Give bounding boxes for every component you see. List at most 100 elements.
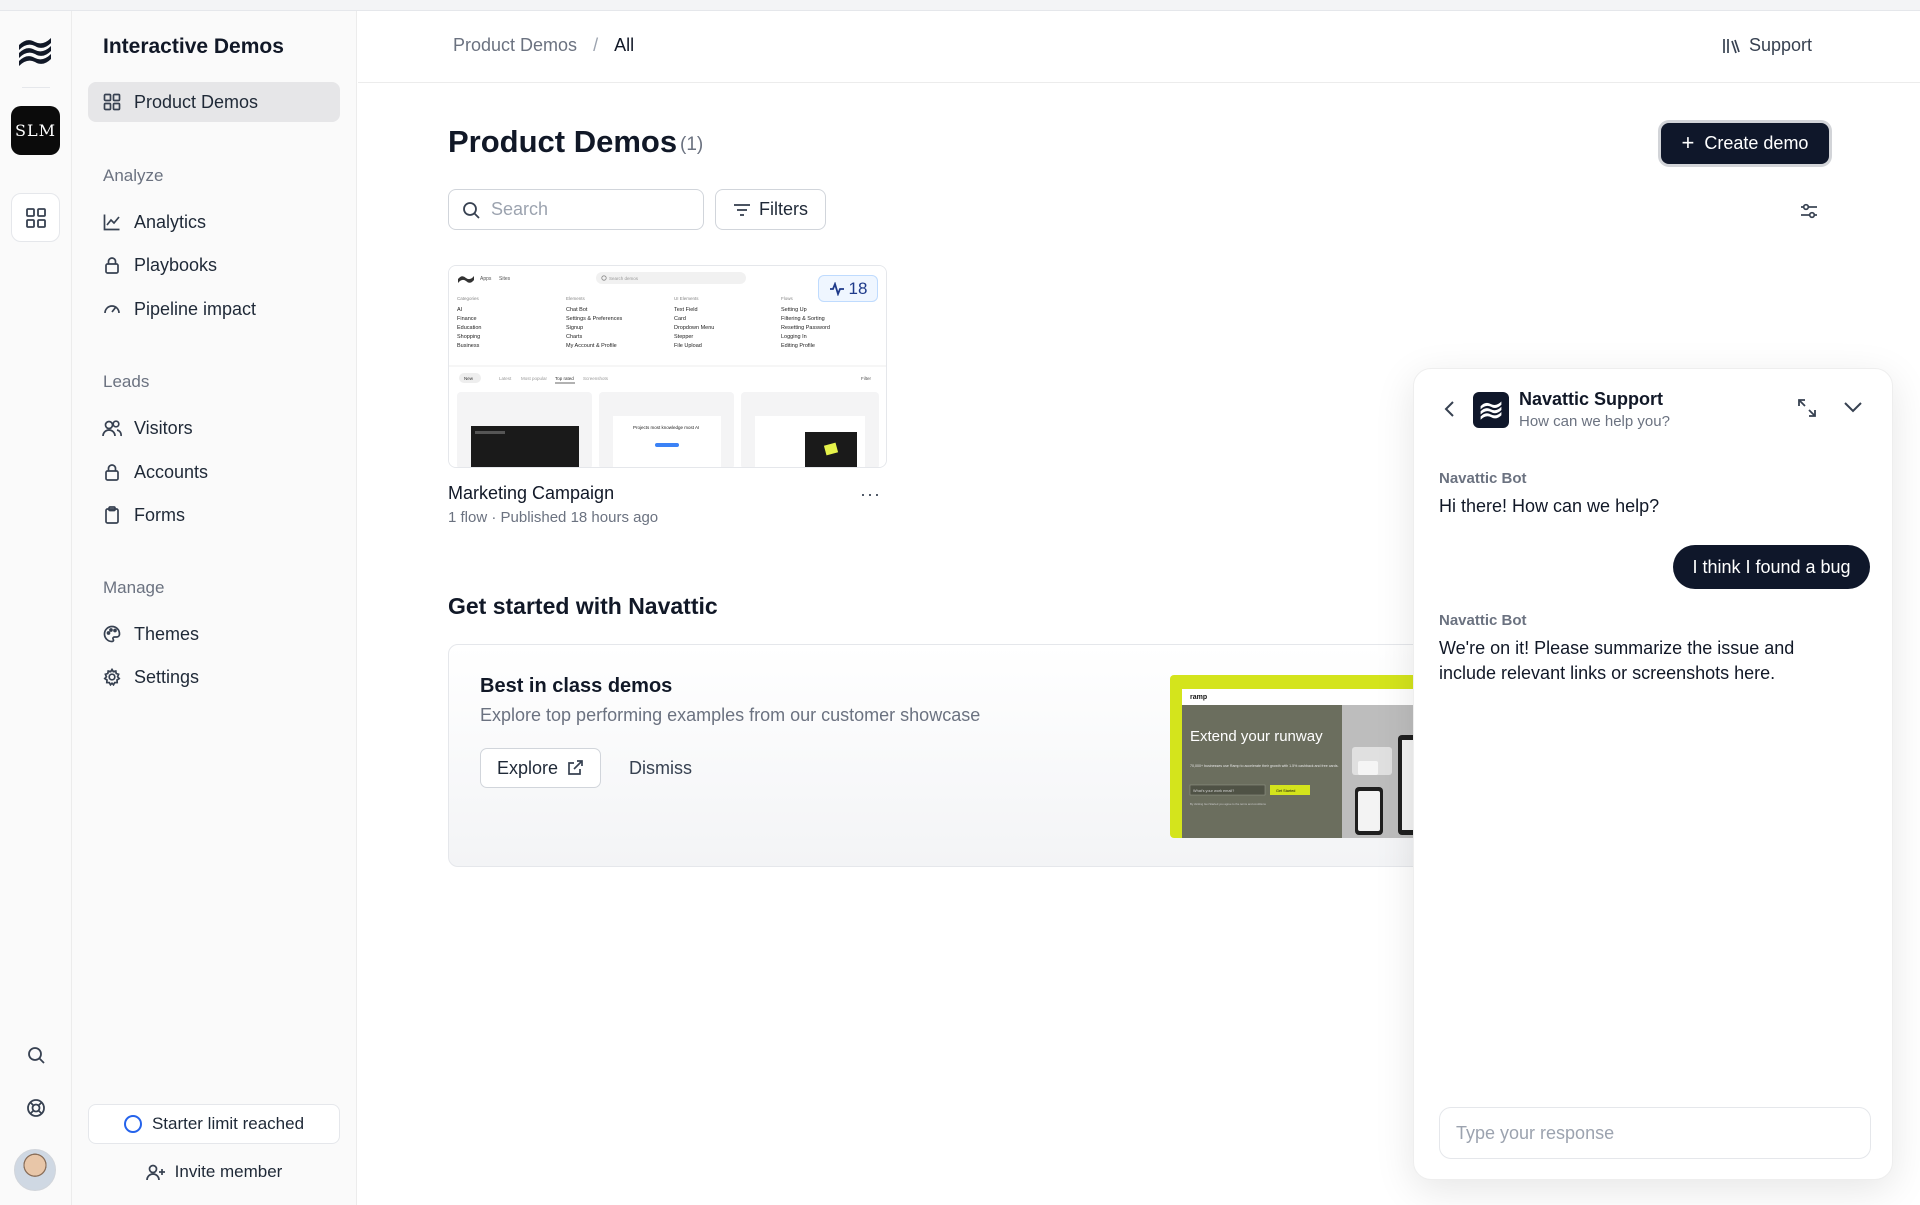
bot-message: Hi there! How can we help?	[1439, 496, 1660, 516]
demos-grid-button[interactable]	[11, 193, 60, 242]
dismiss-button[interactable]: Dismiss	[629, 758, 692, 779]
user-message: I think I found a bug	[1673, 545, 1870, 589]
invite-member-button[interactable]: Invite member	[88, 1154, 340, 1190]
thumb-tab: Latest	[499, 376, 512, 381]
thumb-col-4-heading: Flows	[781, 296, 794, 301]
sidebar-item-label: Themes	[134, 623, 200, 644]
section-heading-manage: Manage	[103, 578, 165, 597]
thumb-tab: Most popular	[521, 376, 548, 381]
thumb-col-1-item: Shopping	[457, 334, 480, 340]
thumb-col-4-item: Resetting Password	[781, 325, 830, 331]
showcase-brand: ramp	[1190, 694, 1207, 701]
get-started-title: Get started with Navattic	[448, 593, 718, 619]
sidebar-item-analytics[interactable]: Analytics	[88, 202, 340, 242]
thumb-tab: Top rated	[555, 376, 574, 381]
showcase-headline: Extend your runway	[1190, 728, 1323, 745]
navattic-logo-icon	[1473, 392, 1509, 428]
explore-button[interactable]: Explore	[480, 748, 601, 788]
sidebar-item-visitors[interactable]: Visitors	[88, 408, 340, 448]
thumb-col-2-item: Settings & Preferences	[566, 316, 623, 322]
search-box[interactable]: Search	[448, 189, 704, 230]
more-options-icon[interactable]: ···	[860, 484, 881, 505]
thumb-col-3-item: Text Field	[674, 307, 698, 313]
sidebar-item-settings[interactable]: Settings	[88, 657, 340, 697]
thumb-col-3-item: Card	[674, 316, 686, 322]
thumb-preview-headline: Projects most knowledge most AI	[633, 425, 699, 430]
chat-response-input[interactable]	[1439, 1107, 1871, 1159]
create-demo-button[interactable]: + Create demo	[1661, 123, 1829, 164]
thumb-col-2-item: Charts	[566, 334, 582, 340]
sidebar-item-forms[interactable]: Forms	[88, 495, 340, 535]
views-badge: 18	[818, 275, 878, 302]
search-icon	[463, 201, 480, 219]
sidebar-item-label: Product Demos	[134, 91, 259, 112]
view-options-icon[interactable]	[1797, 199, 1821, 223]
thumb-col-3-item: Dropdown Menu	[674, 325, 714, 331]
chevron-left-icon[interactable]	[1442, 399, 1458, 419]
filters-button[interactable]: Filters	[715, 189, 826, 230]
create-demo-label: Create demo	[1704, 133, 1809, 153]
external-link-icon	[568, 760, 583, 775]
chat-title: Navattic Support	[1519, 389, 1664, 409]
sidebar-item-pipeline-impact[interactable]: Pipeline impact	[88, 289, 340, 329]
demo-count: (1)	[680, 134, 704, 155]
plus-icon: +	[1681, 129, 1695, 155]
search-placeholder: Search	[491, 199, 549, 219]
expand-icon[interactable]	[1795, 396, 1819, 420]
sidebar-item-themes[interactable]: Themes	[88, 614, 340, 654]
breadcrumb-all: All	[614, 35, 635, 55]
workspace-badge[interactable]: SLM	[11, 106, 60, 155]
thumb-col-1-item: AI	[457, 307, 463, 313]
filter-lines-icon	[734, 203, 750, 216]
thumb-col-2-item: Chat Bot	[566, 307, 588, 313]
user-avatar[interactable]	[14, 1149, 56, 1191]
showcase-email-placeholder: What's your work email?	[1193, 789, 1234, 793]
showcase-preview-image: ramp Extend your runway 70,000+ business…	[1170, 675, 1430, 838]
lock-icon	[102, 462, 122, 482]
thumb-col-2-item: Signup	[566, 325, 583, 331]
section-heading-leads: Leads	[103, 372, 150, 391]
search-icon[interactable]	[22, 1041, 50, 1069]
gear-icon	[102, 667, 122, 687]
breadcrumb-product-demos[interactable]: Product Demos	[453, 35, 577, 56]
activity-icon	[829, 281, 844, 296]
sidebar-item-product-demos[interactable]: Product Demos	[88, 82, 340, 122]
thumb-nav-apps: Apps	[480, 276, 492, 282]
sidebar-item-label: Accounts	[134, 461, 209, 482]
thumb-col-2-heading: Elements	[566, 296, 586, 301]
thumb-col-4-item: Editing Profile	[781, 343, 815, 349]
grid-icon	[25, 207, 46, 228]
support-label: Support	[1748, 35, 1812, 55]
navattic-logo-icon[interactable]	[15, 33, 55, 69]
palette-icon	[102, 624, 122, 644]
sidebar-item-accounts[interactable]: Accounts	[88, 452, 340, 492]
starter-limit-button[interactable]: Starter limit reached	[88, 1104, 340, 1144]
thumb-search-placeholder: Search demos	[609, 276, 639, 281]
invite-member-label: Invite member	[174, 1162, 283, 1181]
chevron-down-icon[interactable]	[1842, 399, 1864, 415]
thumb-col-1-item: Business	[457, 343, 480, 349]
message-sender: Navattic Bot	[1439, 612, 1527, 629]
sidebar-item-label: Settings	[134, 666, 200, 687]
sidebar-item-label: Pipeline impact	[134, 298, 257, 319]
showcase-cta: Get Started	[1276, 789, 1295, 793]
bot-message: We're on it! Please summarize the issue …	[1439, 638, 1795, 683]
card-title: Best in class demos	[480, 675, 673, 697]
sidebar-item-label: Forms	[134, 504, 185, 525]
top-header: Product Demos / All Support	[358, 11, 1920, 83]
app-rail: SLM	[0, 11, 72, 1205]
support-link[interactable]: Support	[1721, 35, 1812, 56]
thumb-col-4-item: Filtering & Sorting	[781, 316, 825, 322]
message-sender: Navattic Bot	[1439, 470, 1527, 487]
help-icon[interactable]	[22, 1094, 50, 1122]
chat-subtitle: How can we help you?	[1519, 413, 1670, 430]
users-icon	[102, 418, 122, 438]
support-chat-widget: Navattic Support How can we help you? Na…	[1413, 368, 1893, 1180]
rail-divider	[22, 87, 50, 88]
chart-line-icon	[102, 212, 122, 232]
thumb-col-4-item: Setting Up	[781, 307, 807, 313]
views-count: 18	[848, 278, 868, 298]
starter-limit-label: Starter limit reached	[151, 1114, 305, 1133]
demo-name[interactable]: Marketing Campaign	[448, 483, 614, 504]
sidebar-item-playbooks[interactable]: Playbooks	[88, 245, 340, 285]
